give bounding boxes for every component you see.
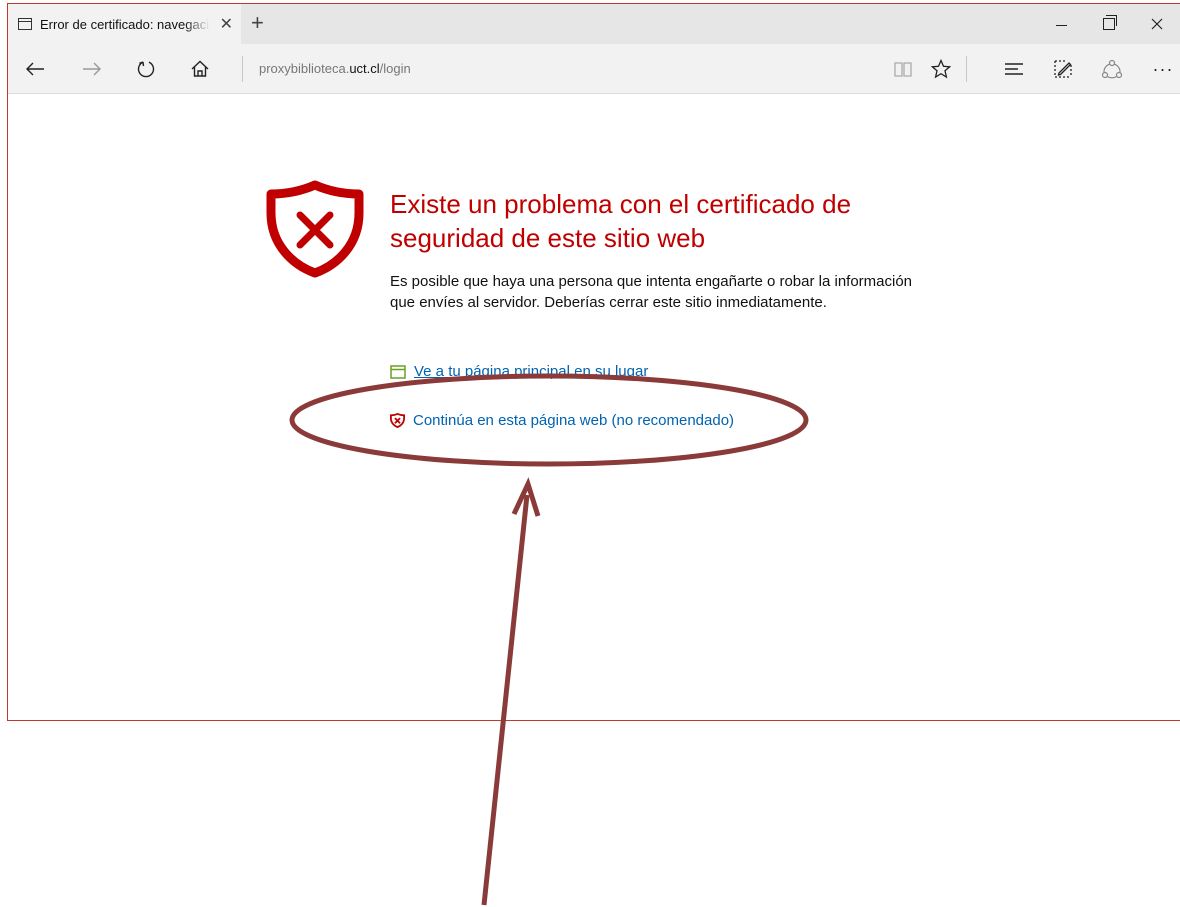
continue-to-site-link[interactable]: Continúa en esta página web (no recomend… [390,412,734,429]
home-button[interactable] [185,54,215,84]
tab-strip: Error de certificado: navegación bloquea… [8,4,1180,44]
refresh-icon [137,61,155,78]
home-icon [191,60,209,77]
share-button[interactable] [1097,54,1127,84]
address-host-prefix: proxybiblioteca. [259,61,350,76]
forward-button[interactable] [77,54,107,84]
toolbar-separator [242,56,243,82]
go-home-link-text: Ve a tu página principal en su lugar [414,363,649,380]
reading-view-button[interactable] [888,54,918,84]
window-icon [390,364,406,379]
tab-close-button[interactable]: ✕ [220,14,233,34]
navigation-bar: proxybiblioteca.uct.cl/login ··· [8,44,1180,94]
hub-button[interactable] [999,54,1029,84]
star-icon [931,59,951,79]
forward-arrow-icon [83,62,101,76]
go-home-link[interactable]: Ve a tu página principal en su lugar [390,363,648,380]
minimize-button[interactable] [1038,4,1084,44]
error-heading: Existe un problema con el certificado de… [390,189,852,253]
close-icon [1151,18,1163,30]
web-note-button[interactable] [1048,54,1078,84]
share-icon [1101,59,1123,79]
web-note-icon [1054,60,1072,78]
hub-icon [1005,63,1023,75]
shield-x-small-icon [390,413,405,428]
address-bar[interactable]: proxybiblioteca.uct.cl/login [259,61,411,76]
continue-link-text: Continúa en esta página web (no recomend… [413,412,735,429]
tab-certificate-error[interactable]: Error de certificado: navegación bloquea… [8,4,241,44]
favorites-button[interactable] [926,54,956,84]
restore-button[interactable] [1086,4,1132,44]
reading-view-icon [894,62,912,77]
page-icon [18,18,32,30]
refresh-button[interactable] [131,54,161,84]
more-button[interactable]: ··· [1148,54,1178,84]
restore-icon [1103,15,1117,30]
back-arrow-icon [26,62,44,76]
error-description: Es posible que haya una persona que inte… [390,273,913,311]
shield-x-icon [266,180,364,278]
back-button[interactable] [20,54,50,84]
address-path: /login [379,61,411,76]
more-icon: ··· [1152,58,1174,79]
new-tab-button[interactable]: + [251,10,264,36]
address-domain: uct.cl [349,61,380,76]
close-window-button[interactable] [1134,4,1180,44]
toolbar-separator [966,56,967,82]
minimize-icon [1055,24,1067,26]
tab-title: Error de certificado: navegación bloquea… [40,16,210,32]
browser-window: Error de certificado: navegación bloquea… [7,3,1180,721]
